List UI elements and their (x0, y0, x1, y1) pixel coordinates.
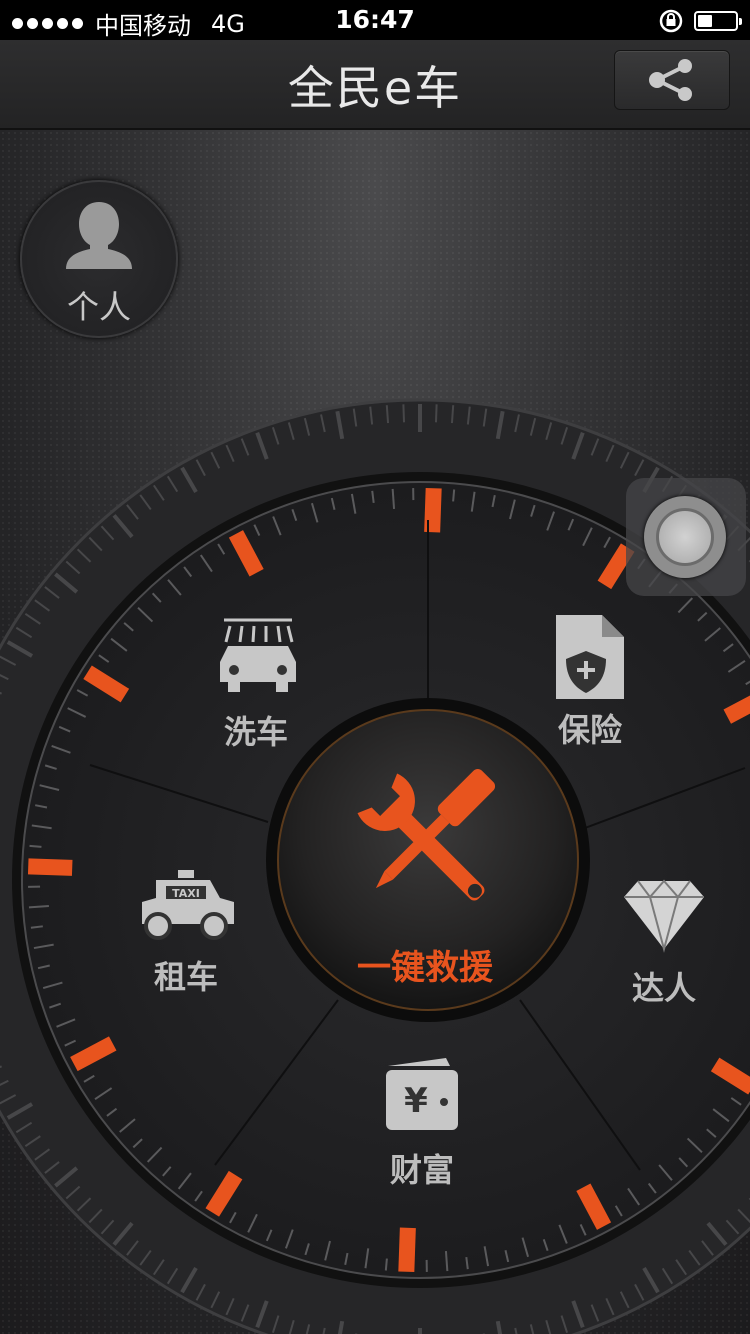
battery-icon (694, 11, 742, 31)
insurance-document-icon (556, 615, 624, 699)
assistive-touch-core (656, 508, 714, 566)
rotation-lock-icon (659, 9, 683, 33)
menu-item-car-rental[interactable]: 租车 (116, 952, 256, 998)
rescue-label[interactable]: 一键救援 (275, 940, 575, 989)
status-time: 16:47 (335, 5, 415, 34)
menu-item-car-wash[interactable]: 洗车 (186, 707, 326, 753)
assistive-touch-button[interactable] (626, 478, 746, 596)
share-button[interactable] (614, 50, 730, 110)
nav-bar: 全民e车 (0, 40, 750, 130)
status-bar: 中国移动 4G 16:47 (0, 0, 750, 40)
menu-item-wealth[interactable]: 财富 (352, 1145, 492, 1191)
share-icon (649, 59, 692, 101)
menu-item-insurance[interactable]: 保险 (520, 705, 660, 751)
status-right (658, 8, 742, 34)
menu-item-expert[interactable]: 达人 (594, 963, 734, 1009)
taxi-sign: TAXI (172, 887, 200, 900)
wallet-currency-symbol: ¥ (404, 1081, 428, 1121)
